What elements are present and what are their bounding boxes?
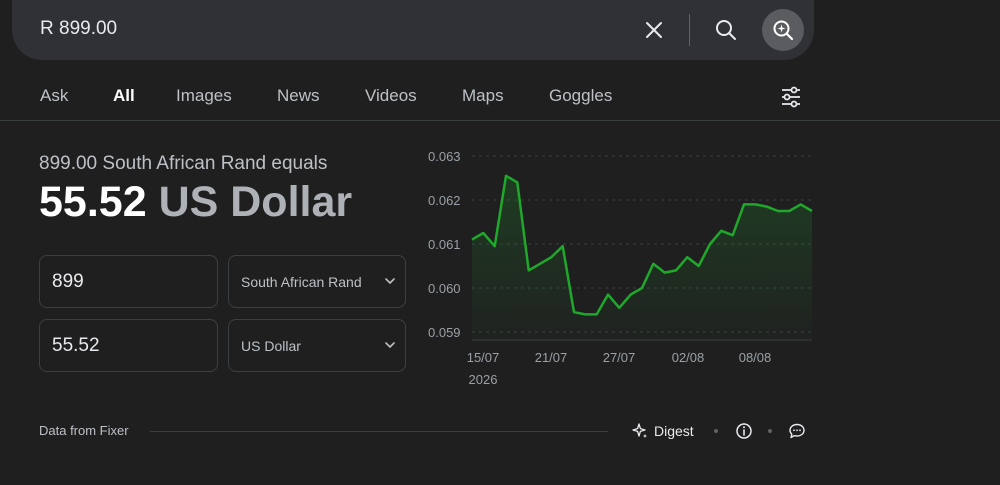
separator-dot (768, 429, 772, 433)
visual-search-icon (773, 20, 794, 41)
x-tick-label: 15/07 (467, 350, 500, 365)
conversion-result: 55.52 US Dollar (39, 178, 352, 227)
y-tick-label: 0.062 (428, 193, 461, 208)
search-query[interactable]: R 899.00 (40, 18, 117, 40)
x-tick-label: 08/08 (739, 350, 772, 365)
tab-news[interactable]: News (277, 86, 320, 106)
chevron-down-icon (385, 278, 395, 285)
result-unit: US Dollar (158, 178, 353, 226)
conversion-subtitle: 899.00 South African Rand equals (39, 153, 328, 174)
from-currency-label: South African Rand (241, 274, 362, 290)
digest-button[interactable]: Digest (632, 421, 694, 441)
from-amount-field[interactable]: 899 (39, 255, 218, 308)
feedback-button[interactable] (788, 422, 806, 440)
clear-button[interactable] (640, 16, 668, 44)
sparkle-icon (632, 423, 647, 438)
from-amount-value[interactable]: 899 (52, 271, 84, 293)
y-tick-label: 0.060 (428, 281, 461, 296)
x-tick-sublabel: 2026 (469, 372, 498, 387)
to-amount-value[interactable]: 55.52 (52, 335, 100, 357)
info-button[interactable] (735, 422, 753, 440)
chevron-down-icon (385, 342, 395, 349)
x-tick-label: 02/08 (672, 350, 705, 365)
y-tick-label: 0.059 (428, 325, 461, 340)
x-tick-label: 27/07 (603, 350, 636, 365)
tab-ask[interactable]: Ask (40, 86, 68, 106)
separator-dot (714, 429, 718, 433)
y-tick-label: 0.063 (428, 149, 461, 164)
y-tick-label: 0.061 (428, 237, 461, 252)
tab-images[interactable]: Images (176, 86, 232, 106)
feedback-icon (789, 423, 805, 439)
footer-divider (150, 431, 608, 432)
to-amount-field[interactable]: 55.52 (39, 319, 218, 372)
x-tick-label: 21/07 (535, 350, 568, 365)
search-divider (689, 14, 690, 46)
data-source: Data from Fixer (39, 423, 129, 438)
tabs-divider (0, 120, 1000, 121)
result-amount: 55.52 (39, 178, 147, 226)
info-icon (736, 423, 752, 439)
search-icon (716, 20, 736, 40)
exchange-rate-chart[interactable]: 0.063 0.062 0.061 0.060 0.059 15/07 2026 21/07 2… (420, 140, 820, 400)
search-tools-button[interactable] (778, 84, 804, 110)
close-icon (646, 22, 662, 38)
sliders-icon (782, 86, 800, 108)
to-currency-select[interactable]: US Dollar (228, 319, 406, 372)
visual-search-button[interactable] (762, 9, 804, 51)
search-button[interactable] (712, 16, 740, 44)
tab-all[interactable]: All (113, 86, 135, 106)
tab-maps[interactable]: Maps (462, 86, 504, 106)
from-currency-select[interactable]: South African Rand (228, 255, 406, 308)
tab-videos[interactable]: Videos (365, 86, 417, 106)
search-bar[interactable]: R 899.00 (12, 0, 814, 60)
digest-label: Digest (654, 423, 694, 439)
tab-goggles[interactable]: Goggles (549, 86, 612, 106)
to-currency-label: US Dollar (241, 338, 301, 354)
